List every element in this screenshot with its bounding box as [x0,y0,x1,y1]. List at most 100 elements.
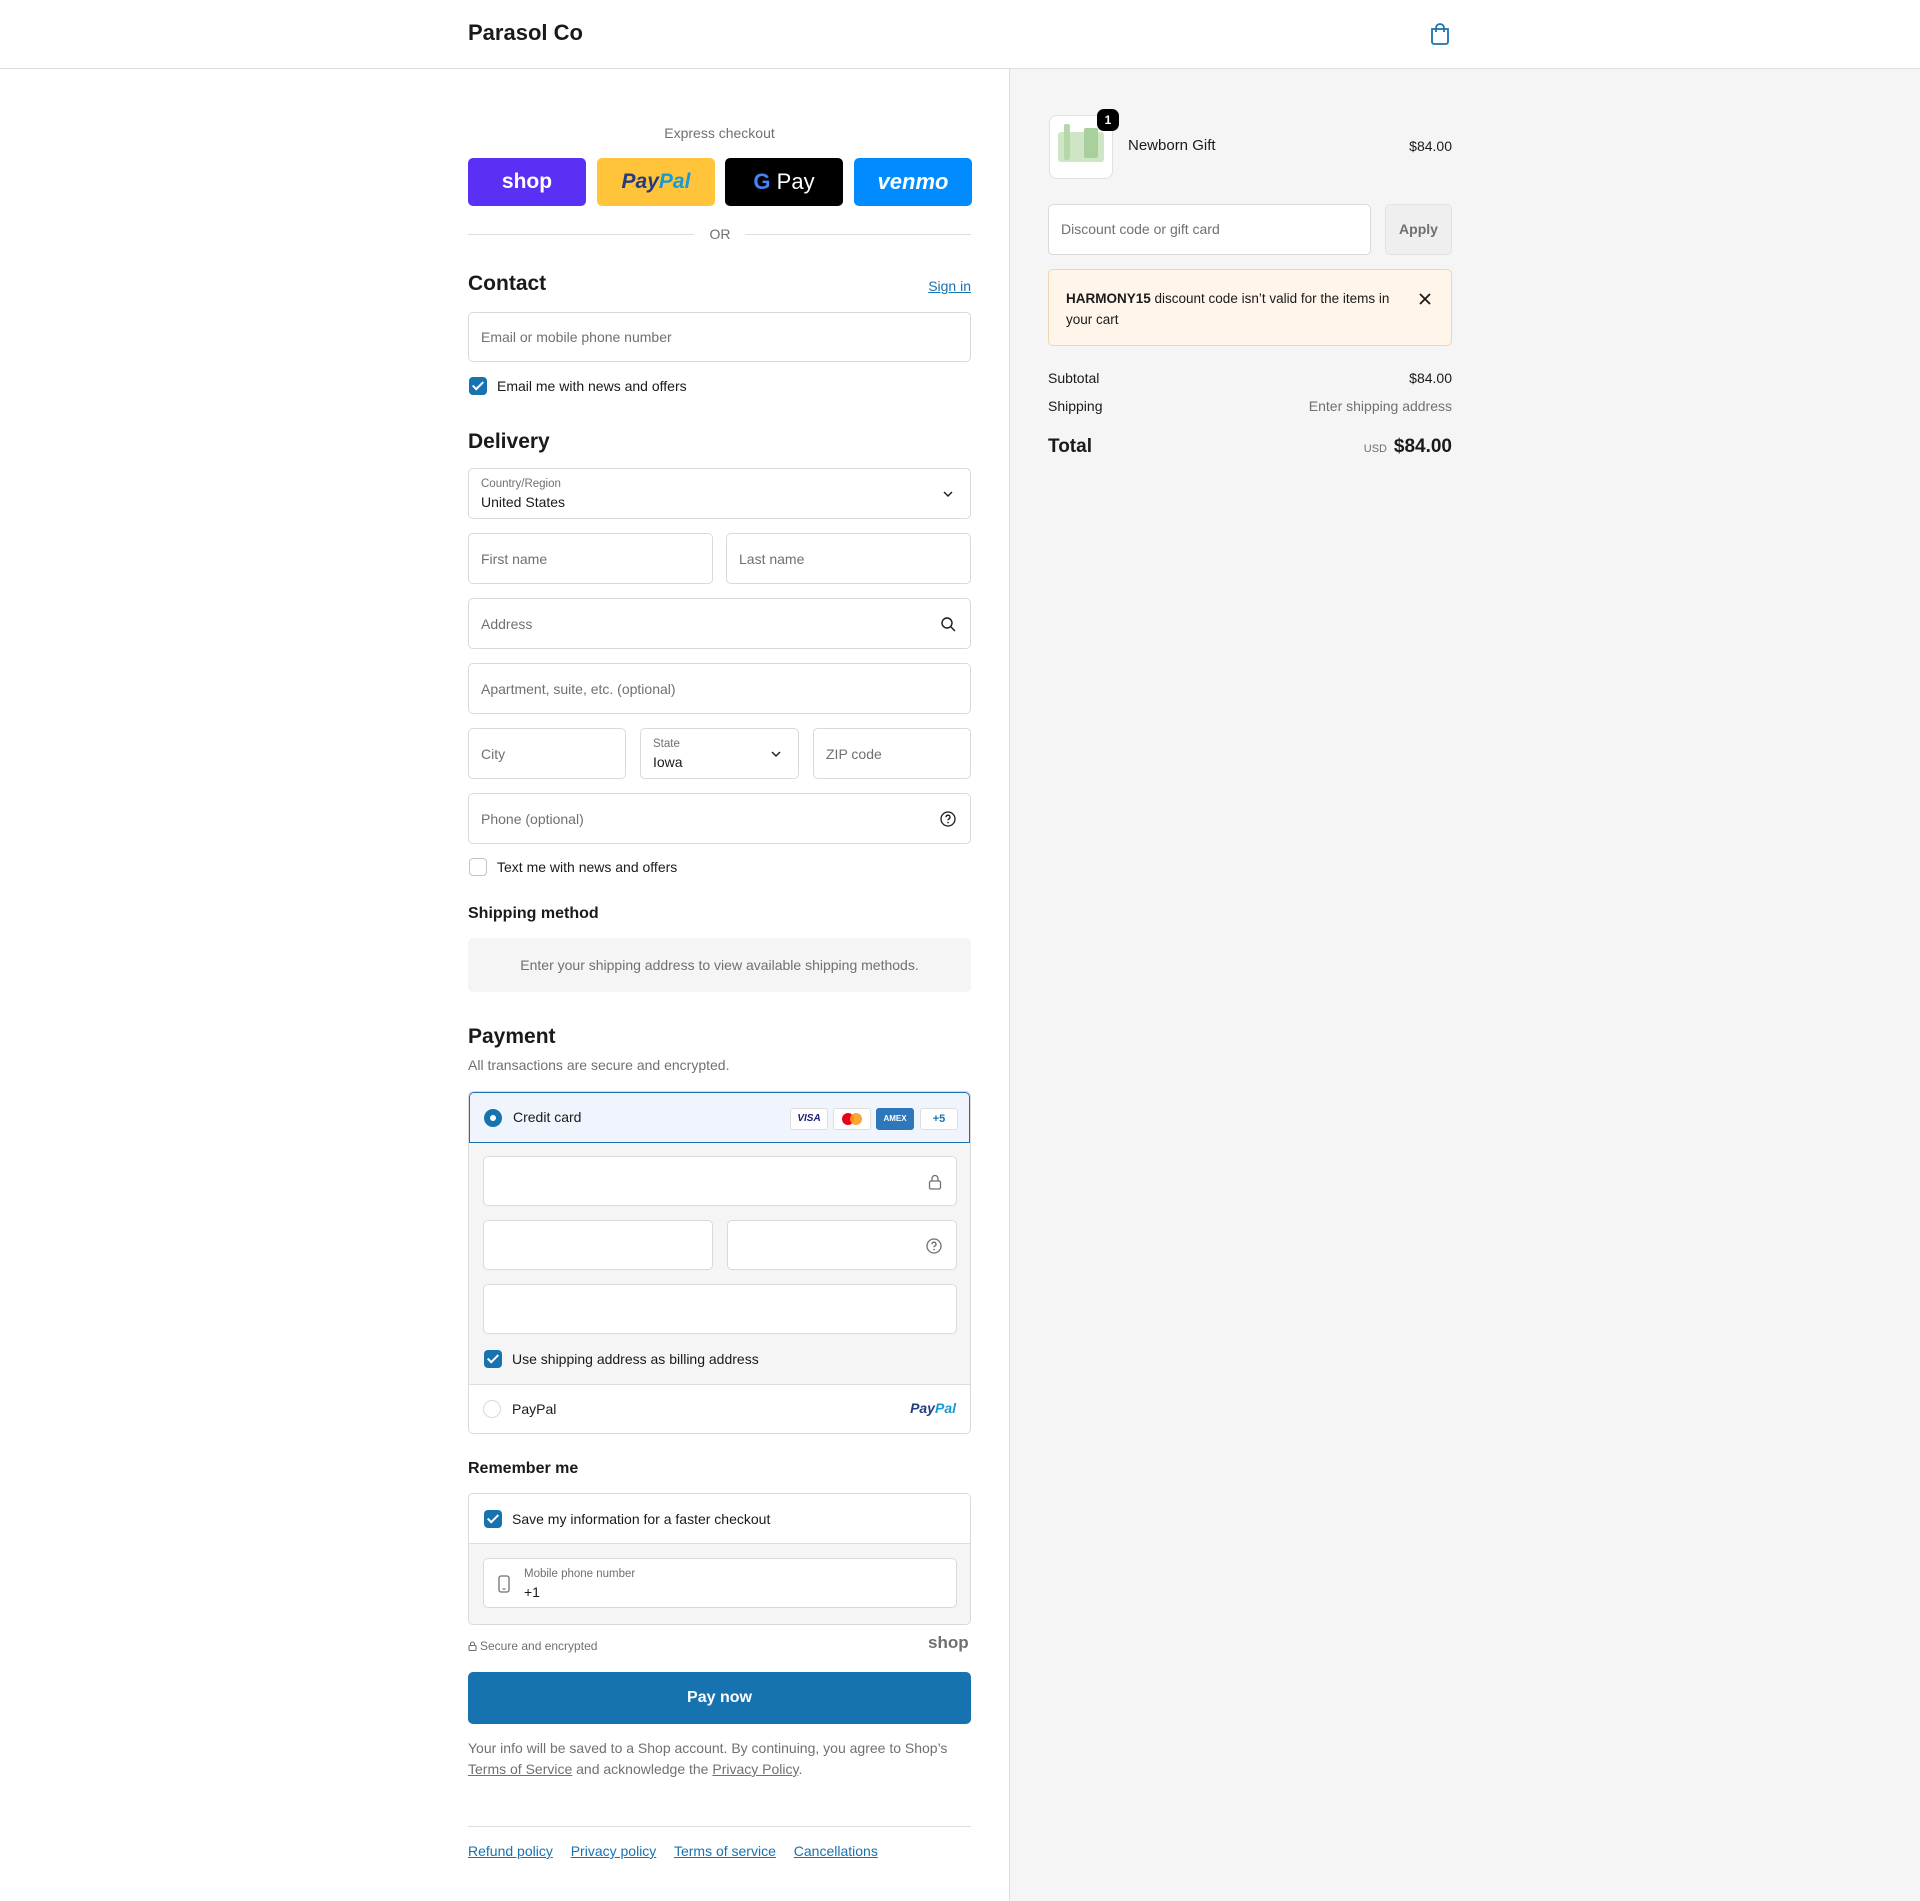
secure-note-text: Secure and encrypted [480,1639,598,1653]
shop-privacy-link[interactable]: Privacy Policy [712,1761,798,1777]
currency-code: USD [1363,443,1387,455]
chevron-down-icon [771,751,781,757]
email-news-checkbox[interactable] [469,377,487,395]
zip-field[interactable]: ZIP code [813,728,971,779]
privacy-policy-link[interactable]: Privacy policy [571,1843,657,1859]
product-image [1058,124,1104,162]
quantity-badge: 1 [1097,109,1119,131]
sign-in-link[interactable]: Sign in [928,278,971,294]
text-news-checkbox[interactable] [469,858,487,876]
search-icon [941,616,956,631]
or-divider-left [468,234,694,235]
visa-icon: VISA [790,1108,828,1130]
subtotal-row: Subtotal $84.00 [1048,370,1452,386]
first-name-field[interactable]: First name [468,533,713,584]
mobile-phone-label: Mobile phone number [524,1568,636,1580]
shipping-method-message: Enter your shipping address to view avai… [468,938,971,992]
shipping-value: Enter shipping address [1308,398,1452,414]
terms-of-service-link[interactable]: Terms of service [674,1843,776,1859]
legal-text: Your info will be saved to a Shop accoun… [468,1738,971,1780]
or-divider-text: OR [709,226,731,242]
billing-same-checkbox[interactable] [484,1350,502,1368]
paypal-radio[interactable] [483,1400,501,1418]
credit-card-option[interactable]: Credit card VISA AMEX +5 [469,1092,970,1143]
google-pay-label: Pay [770,169,815,194]
shop-pay-button[interactable]: shop [468,158,586,206]
refund-policy-link[interactable]: Refund policy [468,1843,553,1859]
subtotal-value: $84.00 [1409,370,1452,386]
city-placeholder: City [481,745,506,762]
expiration-field[interactable] [483,1220,713,1270]
total-value: $84.00 [1393,436,1452,457]
phone-field[interactable]: Phone (optional) [468,793,971,844]
mobile-phone-value: +1 [524,1584,540,1600]
subtotal-label: Subtotal [1048,370,1100,386]
save-info-checkbox[interactable] [484,1510,502,1528]
city-field[interactable]: City [468,728,626,779]
product-price: $84.00 [1409,138,1452,154]
policy-links: Refund policy Privacy policy Terms of se… [468,1843,892,1859]
shopping-bag-icon[interactable] [1430,23,1450,45]
paypal-button[interactable]: PayPal [597,158,715,206]
help-circle-icon[interactable] [940,810,956,827]
shipping-label: Shipping [1048,398,1103,414]
country-select[interactable]: Country/Region United States [468,468,971,519]
express-checkout-title: Express checkout [664,125,775,141]
remember-me-title: Remember me [468,1460,579,1477]
apartment-field[interactable]: Apartment, suite, etc. (optional) [468,663,971,714]
state-value: Iowa [653,754,683,770]
shipping-method-title: Shipping method [468,905,599,922]
discount-error-text: HARMONY15 discount code isn’t valid for … [1066,288,1406,330]
name-on-card-field[interactable] [483,1284,957,1334]
payment-subtitle: All transactions are secure and encrypte… [468,1057,730,1073]
mobile-phone-icon [498,1575,510,1593]
phone-placeholder: Phone (optional) [481,810,584,827]
discount-code: HARMONY15 [1066,291,1151,306]
shipping-row: Shipping Enter shipping address [1048,398,1452,414]
total-label: Total [1048,436,1092,457]
google-g-icon: G [753,169,771,194]
paypal-logo-pal: Pal [934,1400,956,1416]
paypal-logo-pay: Pay [910,1400,935,1416]
text-news-label: Text me with news and offers [497,859,678,875]
address-field[interactable]: Address [468,598,971,649]
legal-text-1: Your info will be saved to a Shop accoun… [468,1740,948,1756]
paypal-button-pal: Pal [658,170,691,193]
payment-options: Credit card VISA AMEX +5 Use shipping ad… [468,1091,971,1434]
save-info-label: Save my information for a faster checkou… [512,1511,771,1527]
close-icon[interactable] [1416,290,1434,308]
discount-input[interactable]: Discount code or gift card [1048,204,1371,255]
paypal-option[interactable]: PayPal PayPal [469,1385,970,1433]
pay-now-button[interactable]: Pay now [468,1672,971,1724]
apartment-placeholder: Apartment, suite, etc. (optional) [481,680,676,697]
shop-terms-link[interactable]: Terms of Service [468,1761,572,1777]
credit-card-radio[interactable] [484,1109,502,1127]
lock-icon [928,1174,942,1190]
state-select[interactable]: State Iowa [640,728,799,779]
apply-discount-button[interactable]: Apply [1385,204,1452,255]
venmo-button[interactable]: venmo [854,158,972,206]
save-info-row[interactable]: Save my information for a faster checkou… [469,1494,970,1544]
last-name-field[interactable]: Last name [726,533,971,584]
header: Parasol Co [0,0,1920,69]
cancellations-link[interactable]: Cancellations [794,1843,878,1859]
email-news-label: Email me with news and offers [497,378,687,394]
country-label: Country/Region [481,478,561,490]
discount-error-alert: HARMONY15 discount code isn’t valid for … [1048,269,1452,346]
brand-logo[interactable]: Parasol Co [468,20,583,46]
mobile-phone-field[interactable]: Mobile phone number +1 [483,1558,957,1608]
google-pay-button[interactable]: G Pay [725,158,843,206]
footer-divider [468,1826,971,1827]
email-field[interactable]: Email or mobile phone number [468,312,971,362]
lock-icon [468,1641,477,1652]
credit-card-label: Credit card [513,1109,582,1125]
legal-text-3: . [798,1761,803,1777]
first-name-placeholder: First name [481,550,548,567]
product-name: Newborn Gift [1128,137,1216,154]
help-circle-icon[interactable] [926,1238,942,1254]
amex-icon: AMEX [876,1108,914,1130]
security-code-field[interactable] [727,1220,957,1270]
card-number-field[interactable] [483,1156,957,1206]
billing-same-label: Use shipping address as billing address [512,1351,759,1367]
last-name-placeholder: Last name [739,550,805,567]
